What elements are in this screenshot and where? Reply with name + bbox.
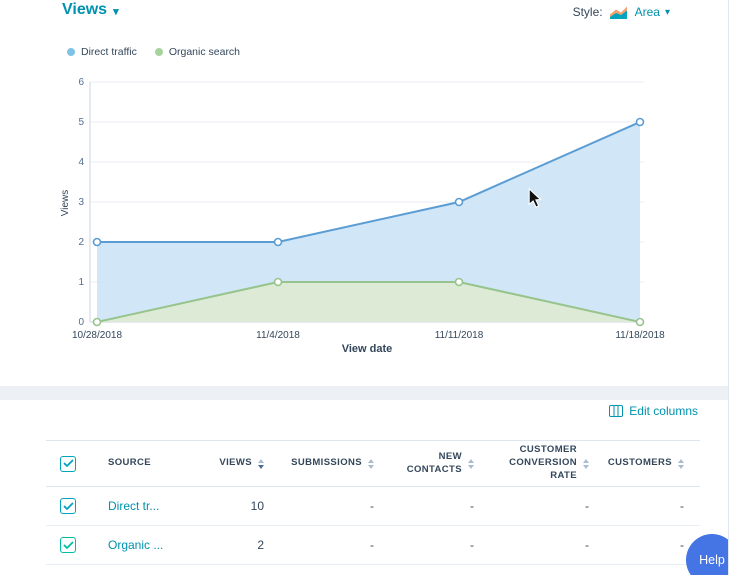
page-title: Views [62, 1, 107, 19]
cell-new_contacts: - [390, 526, 490, 564]
cell-submissions: - [280, 487, 390, 525]
legend-item[interactable]: Organic search [155, 46, 240, 58]
edit-columns-label: Edit columns [629, 404, 698, 418]
analytics-report-screen: Views ▾ Style: Area ▾ Direct traffic Orga… [0, 0, 729, 575]
select-all-checkbox-cell [46, 441, 90, 486]
style-control: Style: Area ▾ [573, 5, 670, 19]
row-checkbox[interactable] [60, 537, 76, 553]
column-header-label: VIEWS [219, 457, 252, 470]
check-icon [63, 459, 74, 468]
cell-new_contacts: - [390, 487, 490, 525]
sources-table: SOURCE VIEWS SUBMISSIONS NEW CONTACTS CUSTOM… [46, 440, 700, 565]
cell-submissions: - [280, 526, 390, 564]
area-chart-style-icon [610, 6, 628, 19]
source-link[interactable]: Direct tr... [108, 499, 159, 513]
sort-icon [468, 459, 474, 469]
column-header-label: CUSTOMERS [608, 457, 672, 470]
cell-customer_conversion_rate: - [490, 526, 605, 564]
cell-source: Organic ... [90, 526, 195, 564]
sort-icon [678, 459, 684, 469]
section-divider [0, 386, 728, 400]
table-row: Direct tr...10---- [46, 487, 700, 526]
svg-text:3: 3 [78, 197, 84, 208]
svg-text:1: 1 [78, 277, 84, 288]
row-checkbox-cell [46, 526, 90, 564]
svg-text:View date: View date [342, 343, 393, 355]
sort-icon [258, 459, 264, 469]
edit-columns-link[interactable]: Edit columns [609, 404, 698, 418]
svg-text:Views: Views [60, 190, 71, 217]
column-header-new_contacts[interactable]: NEW CONTACTS [390, 441, 490, 486]
svg-text:11/4/2018: 11/4/2018 [256, 330, 300, 341]
sort-icon [368, 459, 374, 469]
cell-customer_conversion_rate: - [490, 487, 605, 525]
svg-text:6: 6 [78, 77, 84, 88]
svg-text:2: 2 [78, 237, 84, 248]
cell-customers: - [605, 487, 700, 525]
table-header-row: SOURCE VIEWS SUBMISSIONS NEW CONTACTS CUSTOM… [46, 440, 700, 487]
svg-text:4: 4 [78, 157, 84, 168]
column-header-label: SUBMISSIONS [291, 457, 362, 470]
column-header-label: SOURCE [108, 457, 151, 470]
sort-icon [583, 459, 589, 469]
cell-source: Direct tr... [90, 487, 195, 525]
columns-icon [609, 405, 623, 417]
column-header-submissions[interactable]: SUBMISSIONS [280, 441, 390, 486]
svg-text:11/11/2018: 11/11/2018 [435, 330, 484, 341]
legend-item[interactable]: Direct traffic [67, 46, 137, 58]
legend-dot-icon [155, 48, 163, 56]
svg-text:0: 0 [78, 317, 84, 328]
check-icon [63, 541, 74, 550]
source-link[interactable]: Organic ... [108, 538, 163, 552]
row-checkbox[interactable] [60, 498, 76, 514]
column-header-views[interactable]: VIEWS [195, 441, 280, 486]
legend-label: Direct traffic [81, 46, 137, 58]
cell-views: 2 [195, 526, 280, 564]
style-dropdown[interactable]: Area ▾ [635, 5, 670, 19]
select-all-checkbox[interactable] [60, 456, 76, 472]
svg-text:5: 5 [78, 117, 84, 128]
cell-views: 10 [195, 487, 280, 525]
style-value-label: Area [635, 5, 660, 19]
views-report-dropdown[interactable]: Views ▾ [62, 1, 119, 19]
chevron-down-icon: ▾ [665, 7, 670, 18]
legend-label: Organic search [169, 46, 240, 58]
style-label: Style: [573, 5, 603, 19]
check-icon [63, 502, 74, 511]
help-button-label: Help [699, 553, 725, 567]
svg-text:11/18/2018: 11/18/2018 [615, 330, 665, 341]
column-header-customer_conversion_rate[interactable]: CUSTOMER CONVERSION RATE [490, 441, 605, 486]
chart-legend: Direct traffic Organic search [67, 46, 240, 58]
legend-dot-icon [67, 48, 75, 56]
row-checkbox-cell [46, 487, 90, 525]
area-chart[interactable]: 0 1 2 3 4 5 6 10/28/2018 11/4/2018 11/11/2018 11/1… [0, 60, 729, 390]
chevron-down-icon: ▾ [113, 5, 119, 18]
column-header-label: CUSTOMER CONVERSION RATE [490, 444, 577, 482]
column-header-customers[interactable]: CUSTOMERS [605, 441, 700, 486]
table-row: Organic ...2---- [46, 526, 700, 565]
column-header-source[interactable]: SOURCE [90, 441, 195, 486]
svg-text:10/28/2018: 10/28/2018 [72, 330, 122, 341]
column-header-label: NEW CONTACTS [390, 451, 462, 477]
